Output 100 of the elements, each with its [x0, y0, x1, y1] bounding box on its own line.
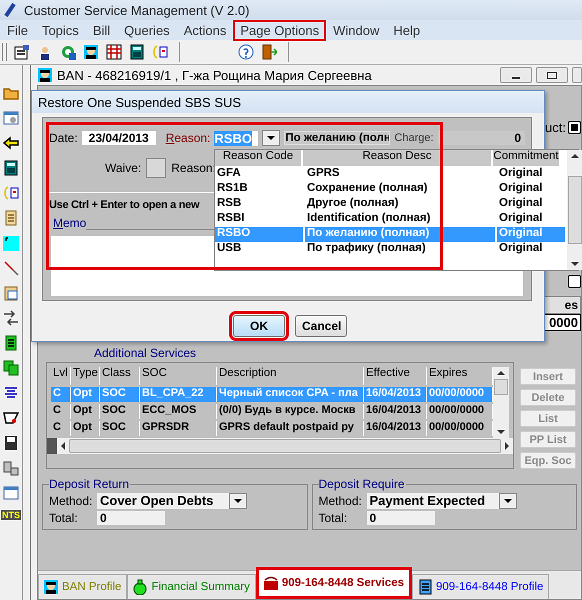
- table-cell: GPRSDR: [140, 421, 217, 436]
- database-icon[interactable]: [3, 460, 19, 476]
- list-cell: По желанию (полная): [305, 227, 497, 242]
- help-icon[interactable]: [238, 44, 254, 60]
- document-icon[interactable]: [3, 335, 19, 351]
- menu-item[interactable]: Actions: [176, 20, 234, 40]
- list-cell: GFA: [215, 167, 305, 182]
- refresh-icon[interactable]: [60, 44, 76, 60]
- list-cell: RSBO: [215, 227, 305, 242]
- table-cell: Opt: [71, 421, 100, 436]
- calculator-icon[interactable]: [129, 44, 145, 60]
- form-icon[interactable]: [14, 44, 30, 60]
- menu-item[interactable]: File: [0, 20, 35, 40]
- vertical-scrollbar[interactable]: [493, 367, 509, 438]
- field-label: Total:: [49, 511, 79, 525]
- page-tab[interactable]: Financial Summary: [127, 574, 256, 599]
- page-tab[interactable]: 909-164-8448 Profile: [412, 574, 550, 599]
- table-cell: (0/0) Будь в курсе. Москв: [217, 404, 364, 419]
- agent-icon: [43, 579, 59, 595]
- agent-icon: [37, 67, 53, 83]
- date-field[interactable]: 23/04/2013: [82, 131, 156, 145]
- table-row[interactable]: C Opt SOC ECC_MOS (0/0) Будь в курсе. Москв 16/04/2013 00/00/0000: [51, 404, 493, 419]
- agent-icon[interactable]: [83, 44, 99, 60]
- menu-item[interactable]: Help: [386, 20, 428, 40]
- calculator-icon[interactable]: [3, 160, 19, 176]
- column-header[interactable]: Effective: [364, 367, 427, 385]
- square-icon[interactable]: [3, 235, 19, 251]
- method-dropdown[interactable]: Payment Expected: [366, 493, 516, 509]
- column-header: Reason Code: [215, 150, 303, 166]
- menu-item[interactable]: Page Options: [233, 20, 326, 40]
- table-cell: C: [51, 421, 71, 436]
- list-cell: Другое (полная): [305, 197, 497, 212]
- column-header[interactable]: Expires: [427, 367, 493, 385]
- waive-checkbox[interactable]: [146, 158, 166, 178]
- table-cell: BL_CPA_22: [140, 387, 217, 402]
- window-icon[interactable]: [3, 485, 19, 501]
- page-tab[interactable]: 909-164-8448 Services: [256, 567, 412, 599]
- menu-item[interactable]: Window: [326, 20, 386, 40]
- checkbox[interactable]: [568, 275, 581, 288]
- window-icon[interactable]: [3, 110, 19, 126]
- charge-field: 0: [438, 131, 525, 145]
- table-cell: SOC: [100, 404, 140, 419]
- table-icon[interactable]: [106, 44, 122, 60]
- dialog-title: Restore One Suspended SBS SUS: [38, 94, 242, 110]
- exit-door-icon[interactable]: [261, 44, 277, 60]
- cancel-button[interactable]: Cancel: [295, 315, 347, 337]
- field-label: Reason:: [166, 131, 210, 145]
- vertical-scrollbar[interactable]: [567, 150, 582, 270]
- list-cell: RS1B: [215, 182, 305, 197]
- table-cell: Opt: [71, 404, 100, 419]
- total-field: 0: [97, 511, 165, 525]
- section-title: Additional Services: [93, 346, 196, 360]
- table-cell: C: [51, 387, 71, 402]
- menu-item[interactable]: Queries: [117, 20, 177, 40]
- documents-icon[interactable]: [3, 360, 19, 376]
- group-title: Deposit Require: [318, 477, 406, 491]
- column-header[interactable]: Class: [100, 367, 140, 385]
- table-cell: 16/04/2013: [364, 387, 427, 402]
- column-header[interactable]: SOC: [140, 367, 217, 385]
- table-cell: Черный список CPA - пла: [217, 387, 364, 402]
- table-cell: 00/00/0000: [427, 387, 493, 402]
- minimize-button[interactable]: [500, 67, 532, 83]
- table-row[interactable]: C Opt SOC GPRSDR GPRS default postpaid ру 16/04/2013 00/00/0000: [51, 421, 493, 436]
- scroll-icon[interactable]: [3, 210, 19, 226]
- profile-icon: [417, 579, 433, 595]
- column-header[interactable]: Type: [71, 367, 100, 385]
- list-cell: GPRS: [305, 167, 497, 182]
- list-cell: USB: [215, 242, 305, 257]
- menu-item[interactable]: Topics: [34, 20, 86, 40]
- method-dropdown[interactable]: Cover Open Debts: [97, 493, 247, 509]
- menu-item[interactable]: Bill: [86, 20, 118, 40]
- lines-icon[interactable]: [3, 385, 19, 401]
- field-label: Reason:: [171, 161, 216, 175]
- column-header: Commitment: [493, 150, 561, 166]
- list-cell: RSB: [215, 197, 305, 212]
- field-label: Method:: [318, 494, 362, 508]
- horizontal-scrollbar[interactable]: [47, 438, 513, 454]
- table-cell: 16/04/2013: [364, 421, 427, 436]
- table-cell: GPRS default postpaid ру: [217, 421, 364, 436]
- list-cell: Сохранение (полная): [305, 182, 497, 197]
- money-bag-icon: [132, 579, 148, 595]
- column-header[interactable]: Lvl: [51, 367, 71, 385]
- table-cell: 00/00/0000: [427, 421, 493, 436]
- nts-button[interactable]: NTS: [1, 510, 21, 520]
- list-cell: По трафику (полная): [305, 242, 497, 257]
- table-cell: ECC_MOS: [140, 404, 217, 419]
- list-cell: Original: [497, 227, 567, 242]
- field-label: Date:: [49, 131, 78, 145]
- restore-button[interactable]: [536, 67, 568, 83]
- field-label: Total:: [318, 511, 348, 525]
- arrows-icon[interactable]: [3, 310, 19, 326]
- table-cell: 16/04/2013: [364, 404, 427, 419]
- column-header[interactable]: Description: [217, 367, 364, 385]
- window-title: Customer Service Management (V 2.0): [24, 2, 250, 18]
- account-title: BAN - 468216919/1 , Г-жа Рощина Мария Сергеевна: [57, 68, 373, 82]
- checkbox[interactable]: [568, 121, 581, 134]
- arrow-icon[interactable]: [3, 135, 19, 151]
- field-label: Charge:: [394, 132, 434, 144]
- screwdriver-icon[interactable]: [3, 260, 19, 276]
- memo-label: Memo: [52, 216, 86, 230]
